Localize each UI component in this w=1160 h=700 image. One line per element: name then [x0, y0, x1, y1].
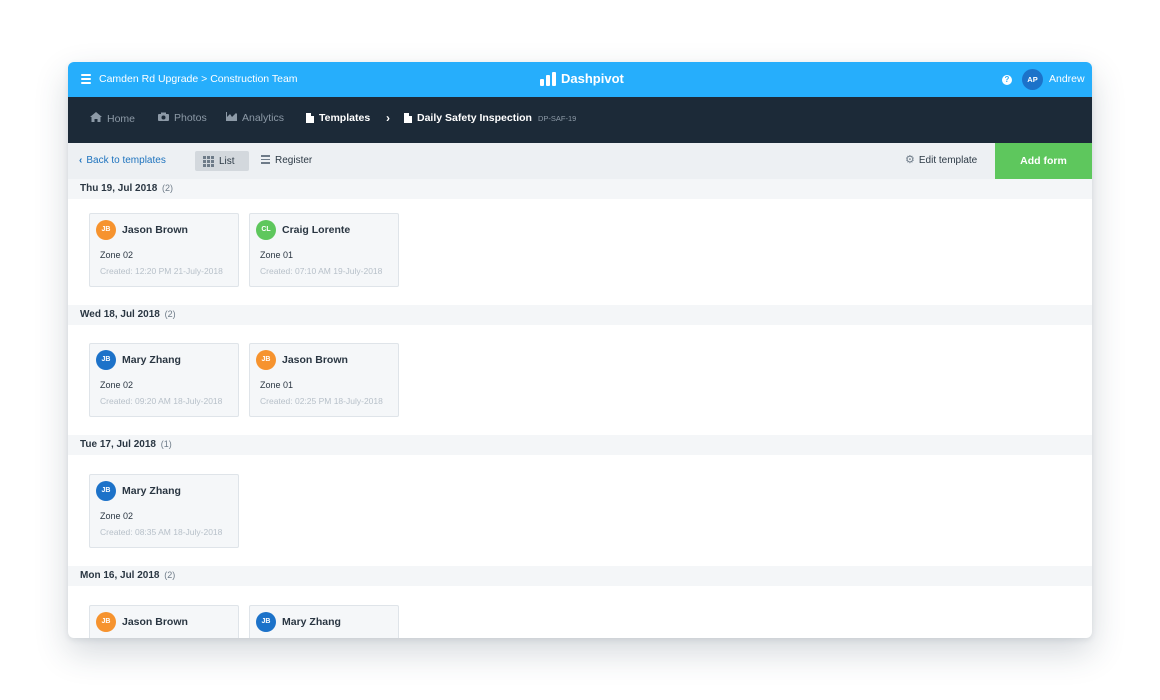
document-icon [404, 113, 412, 123]
card-created: Created: 02:25 PM 18-July-2018 [260, 396, 383, 406]
card-created: Created: 12:20 PM 21-July-2018 [100, 266, 223, 276]
brand-name: Dashpivot [561, 71, 624, 86]
card-author: Craig Lorente [282, 224, 351, 236]
group-date: Thu 19, Jul 2018 [80, 183, 158, 194]
nav-analytics-label: Analytics [242, 112, 285, 124]
form-card[interactable]: JB Jason Brown Zone 02 Created: 12:20 PM… [89, 213, 239, 287]
date-group-header: Wed 18, Jul 2018 (2) [68, 305, 1092, 325]
edit-template-label: Edit template [918, 155, 978, 166]
nav-templates[interactable]: Templates [306, 112, 370, 124]
card-zone: Zone 02 [100, 250, 134, 260]
nav-home[interactable]: Home [90, 112, 135, 125]
nav-templates-label: Templates [319, 112, 371, 124]
form-card[interactable]: JB Jason Brown Zone 01 Created: 02:25 PM… [249, 343, 399, 417]
group-count: (1) [160, 439, 172, 449]
card-zone: Zone 01 [260, 250, 294, 260]
card-created: Created: 09:20 AM 18-July-2018 [100, 396, 223, 406]
brand-logo: Dashpivot [540, 71, 624, 86]
avatar: JB [96, 220, 116, 240]
group-count: (2) [164, 309, 176, 319]
list-lines-icon [261, 155, 270, 166]
top-bar: Camden Rd Upgrade > Construction Team Da… [68, 62, 1092, 97]
card-created: Created: 08:35 AM 18-July-2018 [100, 527, 223, 537]
menu-icon[interactable] [81, 74, 91, 84]
avatar: JB [256, 612, 276, 632]
form-card[interactable]: CL Craig Lorente Zone 01 Created: 07:10 … [249, 213, 399, 287]
date-group-header: Tue 17, Jul 2018 (1) [68, 435, 1092, 455]
avatar: JB [96, 612, 116, 632]
date-group-header: Thu 19, Jul 2018 (2) [68, 179, 1092, 199]
card-created: Created: 07:10 AM 19-July-2018 [260, 266, 383, 276]
list-view-label: List [219, 155, 235, 167]
card-zone: Zone 02 [100, 380, 134, 390]
date-group-header: Mon 16, Jul 2018 (2) [68, 566, 1092, 586]
form-card[interactable]: JB Jason Brown [89, 605, 239, 638]
nav-photos-label: Photos [174, 112, 207, 124]
document-icon [306, 113, 314, 123]
nav-bar: Home Photos Analytics Templates › Daily … [68, 97, 1092, 143]
project-breadcrumb[interactable]: Camden Rd Upgrade > Construction Team [99, 73, 298, 85]
camera-icon [158, 112, 169, 124]
user-avatar[interactable]: AP [1022, 69, 1043, 90]
form-card[interactable]: JB Mary Zhang [249, 605, 399, 638]
template-code: DP-SAF-19 [537, 113, 577, 123]
avatar: CL [256, 220, 276, 240]
form-card[interactable]: JB Mary Zhang Zone 02 Created: 09:20 AM … [89, 343, 239, 417]
back-label: Back to templates [86, 155, 166, 166]
card-zone: Zone 02 [100, 511, 134, 521]
group-date: Mon 16, Jul 2018 [80, 570, 160, 581]
card-author: Mary Zhang [282, 616, 341, 628]
chevron-left-icon: ‹ [79, 155, 83, 166]
avatar: JB [96, 350, 116, 370]
card-author: Mary Zhang [122, 485, 181, 497]
brand-bars-icon [540, 71, 556, 86]
nav-analytics[interactable]: Analytics [226, 112, 284, 124]
add-form-button[interactable]: Add form [995, 143, 1092, 179]
home-icon [90, 112, 102, 125]
avatar: JB [256, 350, 276, 370]
register-view-button[interactable]: Register [261, 155, 312, 166]
card-author: Jason Brown [122, 616, 188, 628]
chart-icon [226, 112, 237, 124]
chevron-right-icon: › [386, 111, 390, 125]
gear-icon: ⚙ [905, 154, 915, 166]
app-window: Camden Rd Upgrade > Construction Team Da… [68, 62, 1092, 638]
group-date: Tue 17, Jul 2018 [80, 439, 156, 450]
edit-template-button[interactable]: ⚙ Edit template [905, 154, 978, 167]
card-author: Jason Brown [122, 224, 188, 236]
nav-photos[interactable]: Photos [158, 112, 207, 124]
group-count: (2) [162, 183, 174, 193]
toolbar: ‹ Back to templates List Register ⚙ Edit … [68, 143, 1092, 179]
form-card[interactable]: JB Mary Zhang Zone 02 Created: 08:35 AM … [89, 474, 239, 548]
card-author: Mary Zhang [122, 354, 181, 366]
avatar: JB [96, 481, 116, 501]
nav-home-label: Home [107, 112, 136, 125]
list-view-button[interactable]: List [195, 151, 249, 171]
nav-current-template[interactable]: Daily Safety Inspection DP-SAF-19 [404, 112, 576, 124]
card-author: Jason Brown [282, 354, 348, 366]
current-template-label: Daily Safety Inspection [417, 112, 532, 124]
register-view-label: Register [275, 155, 313, 166]
back-to-templates-link[interactable]: ‹ Back to templates [79, 155, 166, 166]
grid-icon [203, 155, 214, 167]
user-name[interactable]: Andrew [1049, 73, 1085, 85]
group-date: Wed 18, Jul 2018 [80, 309, 160, 320]
group-count: (2) [164, 570, 176, 580]
card-zone: Zone 01 [260, 380, 294, 390]
help-icon[interactable]: ? [1002, 75, 1012, 85]
